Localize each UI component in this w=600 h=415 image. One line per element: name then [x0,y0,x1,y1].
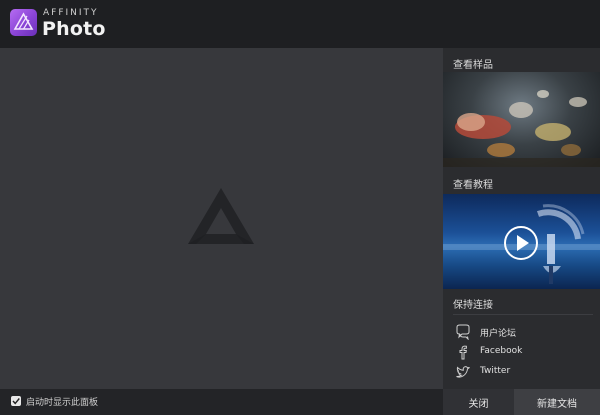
brand-name-small: AFFINITY [43,8,99,18]
samples-section-title: 查看样品 [453,60,493,71]
twitter-icon [456,366,470,378]
app-header: AFFINITY Photo [0,0,600,48]
play-icon[interactable] [503,225,539,261]
affinity-logo-icon [10,9,37,36]
show-on-startup-checkbox[interactable] [11,396,21,406]
new-document-button[interactable]: 新建文档 [514,389,600,415]
section-divider [453,314,593,315]
connect-section-title: 保持连接 [453,300,493,311]
link-label: 用户论坛 [480,329,517,339]
sample-image-thumbnail[interactable] [443,72,600,167]
link-label: Facebook [480,346,523,356]
welcome-side-panel: 查看样品 查看教程 保持连接 用户论坛 Facebook Twitter [443,48,600,389]
facebook-icon [459,345,467,360]
show-on-startup-label: 启动时显示此面板 [26,398,99,408]
link-label: Twitter [480,366,511,376]
tutorials-section-title: 查看教程 [453,180,493,191]
close-button[interactable]: 关闭 [443,389,514,415]
startup-options-bar: 启动时显示此面板 [0,389,443,415]
speech-bubble-icon [456,324,470,340]
app-title: Photo [42,18,106,40]
affinity-watermark-icon [188,188,254,244]
checkmark-icon [12,398,20,405]
main-canvas [0,48,443,389]
tutorial-video-thumbnail[interactable] [443,194,600,289]
